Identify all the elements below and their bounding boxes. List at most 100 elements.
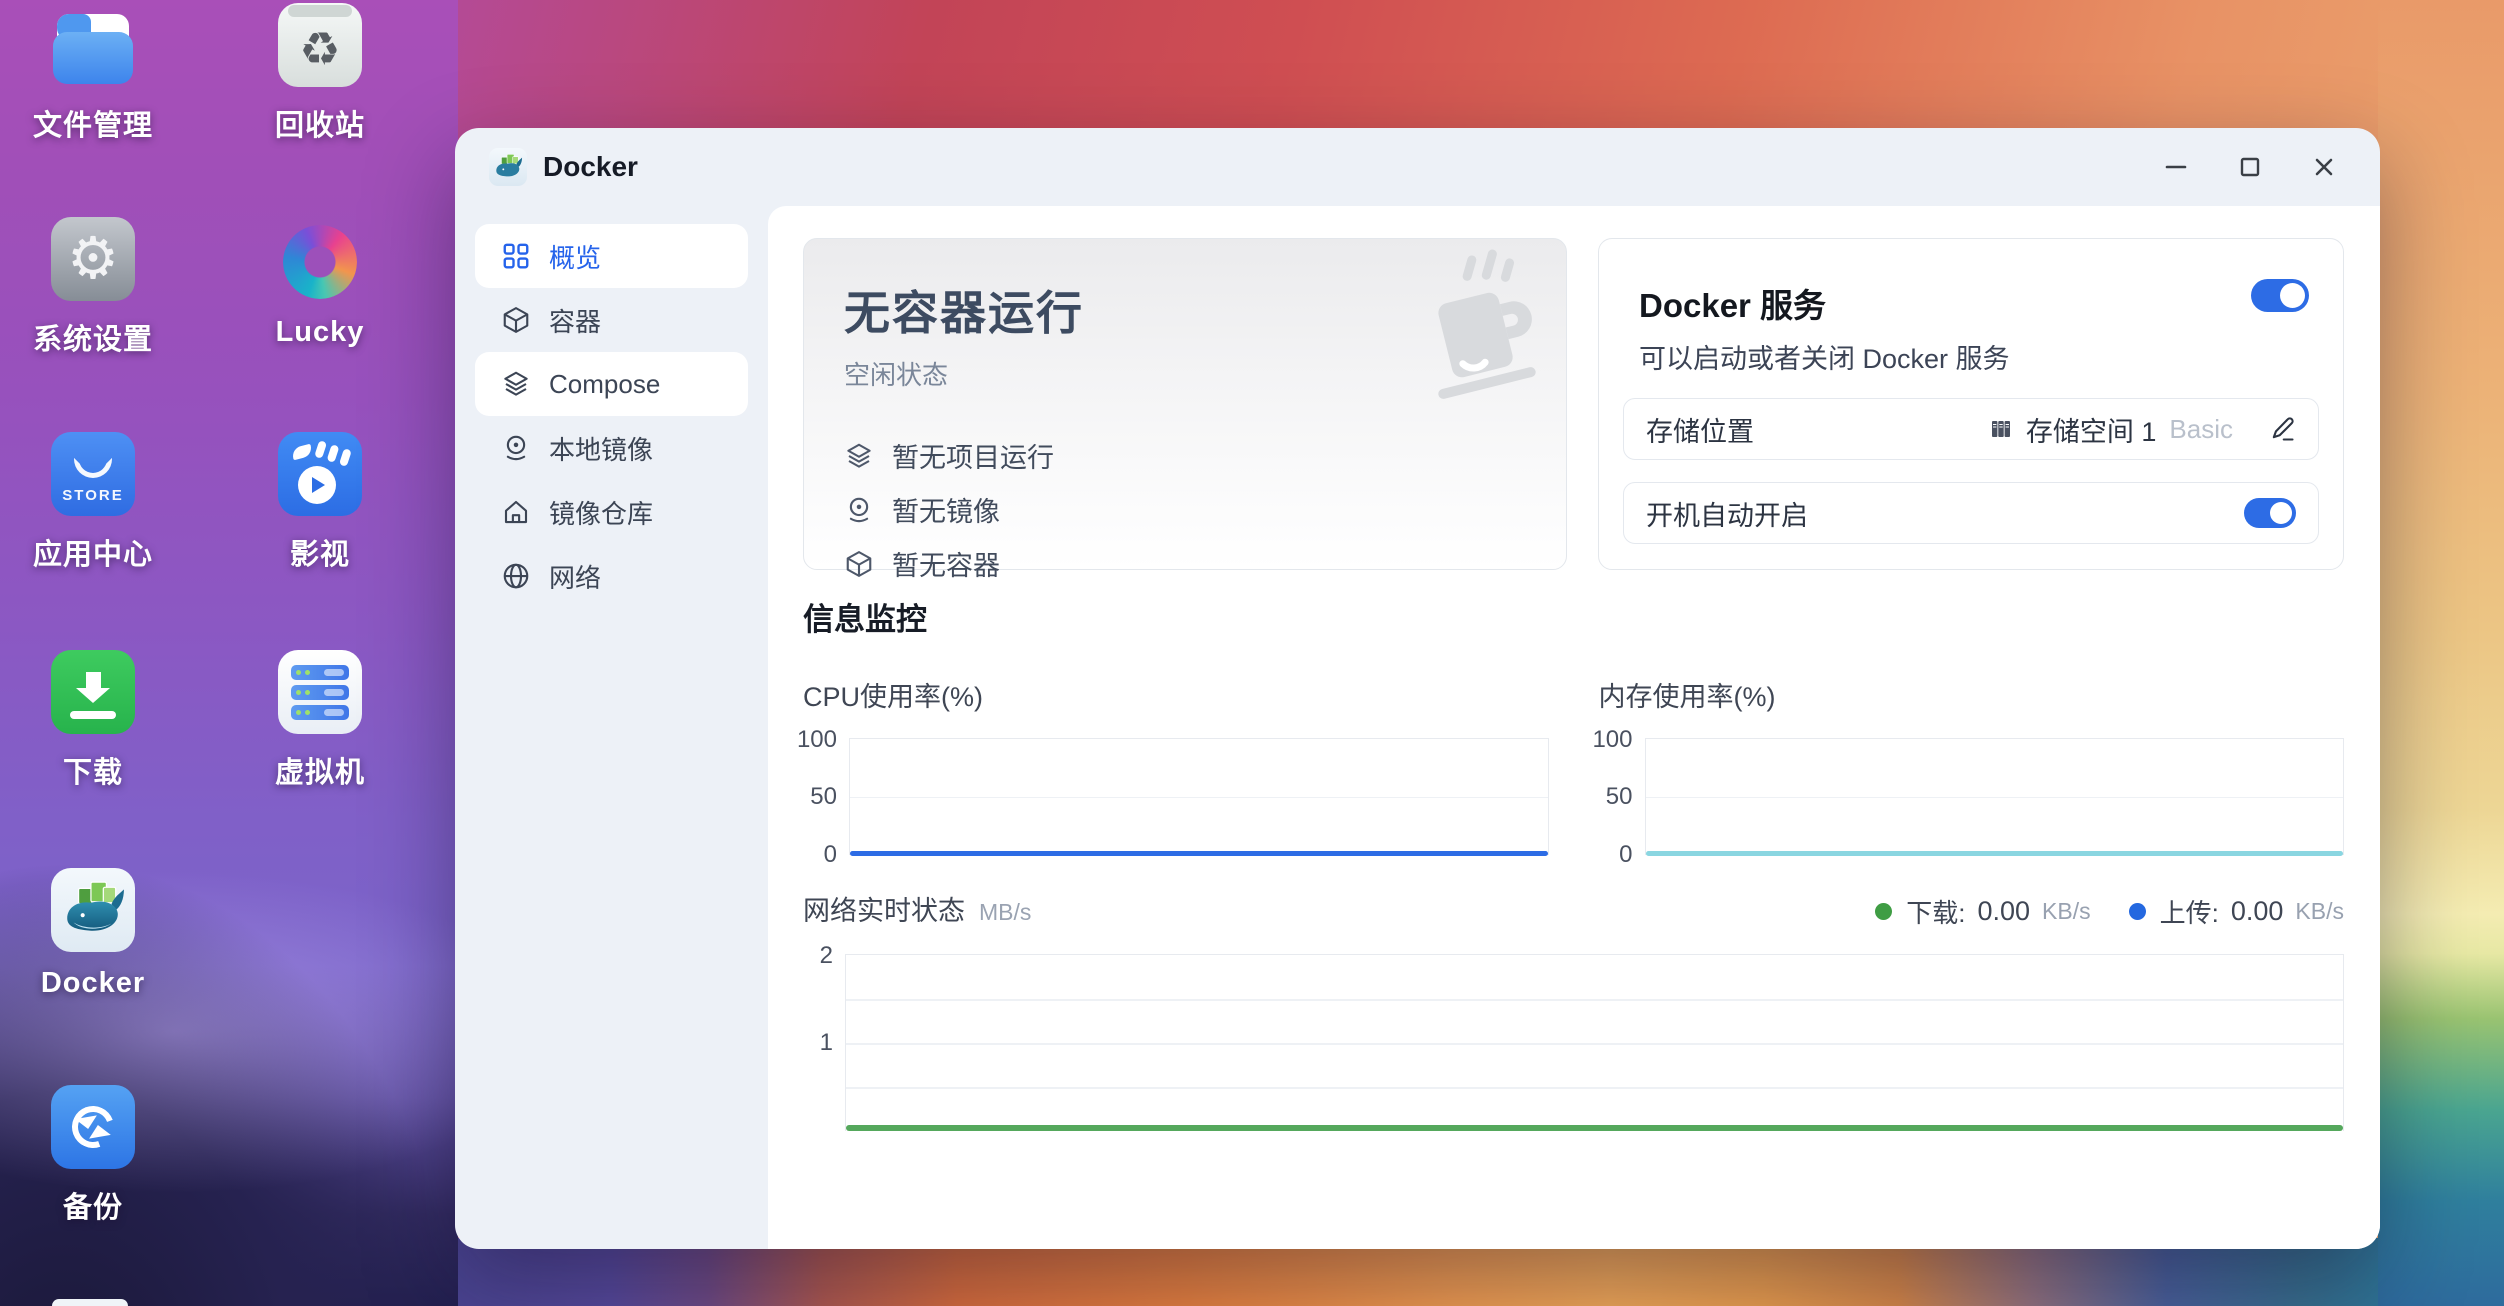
network-y-axis: 21: [803, 954, 845, 1131]
gear-icon: ⚙: [51, 217, 135, 301]
memory-chart-title: 内存使用率(%): [1599, 675, 2345, 714]
wallpaper-right-band: [2378, 0, 2504, 1306]
titlebar: Docker: [455, 128, 2380, 206]
overview-item-images: 暂无镜像: [844, 490, 1526, 529]
edit-storage-button[interactable]: [2268, 415, 2296, 443]
overview-card: 无容器运行 空闲状态 暂无项目运行: [803, 238, 1567, 570]
network-chart-title: 网络实时状态: [803, 889, 965, 928]
sidebar-item-containers[interactable]: 容器: [475, 288, 748, 352]
desktop-shortcut-label: Lucky: [240, 316, 400, 349]
storage-type-badge: Basic: [2169, 414, 2233, 445]
storage-volume-icon: [1989, 417, 2013, 441]
cpu-usage-line: [850, 851, 1548, 856]
service-subtitle: 可以启动或者关闭 Docker 服务: [1639, 337, 2010, 376]
desktop-shortcut-label: 应用中心: [13, 531, 173, 573]
sidebar-item-label: 网络: [549, 558, 601, 595]
store-badge-text: STORE: [62, 487, 123, 504]
home-icon: [501, 497, 531, 527]
server-stack-icon: [278, 650, 362, 734]
close-button[interactable]: [2302, 145, 2346, 189]
desktop-shortcut-lucky[interactable]: Lucky: [240, 217, 400, 349]
storage-location-row: 存储位置 存储空间 1 Basic: [1623, 398, 2319, 460]
recycle-bin-icon: ♻: [278, 3, 362, 87]
memory-plot-area: [1645, 738, 2345, 855]
globe-icon: [501, 561, 531, 591]
overview-item-projects: 暂无项目运行: [844, 436, 1526, 475]
docker-service-card: Docker 服务 可以启动或者关闭 Docker 服务 存储位置: [1598, 238, 2344, 570]
sidebar-item-registry[interactable]: 镜像仓库: [475, 480, 748, 544]
layers-icon: [844, 441, 874, 471]
download-legend-dot: [1875, 903, 1892, 920]
maximize-button[interactable]: [2228, 145, 2272, 189]
desktop-shortcut-label: 系统设置: [13, 316, 173, 358]
cpu-chart-title: CPU使用率(%): [803, 675, 1549, 714]
memory-y-axis: 100500: [1599, 738, 1645, 855]
desktop-shortcut-backup[interactable]: 备份: [13, 1085, 173, 1226]
lucky-swirl-icon: [278, 217, 362, 301]
autostart-label: 开机自动开启: [1646, 494, 1808, 533]
desktop-shortcut-label: 备份: [13, 1184, 173, 1226]
sidebar-item-label: Compose: [549, 369, 660, 400]
docker-window: Docker 概览: [455, 128, 2380, 1249]
desktop-shortcut-docker[interactable]: Docker: [13, 868, 173, 1000]
autostart-row: 开机自动开启: [1623, 482, 2319, 544]
desktop-shortcut-label: 下载: [13, 749, 173, 791]
minimize-button[interactable]: [2154, 145, 2198, 189]
main-content: 无容器运行 空闲状态 暂无项目运行: [768, 206, 2380, 1249]
video-player-icon: [278, 432, 362, 516]
layers-icon: [501, 369, 531, 399]
sidebar-item-compose[interactable]: Compose: [475, 352, 748, 416]
cube-icon: [501, 305, 531, 335]
desktop-shortcut-file-manager[interactable]: 文件管理: [13, 3, 173, 144]
sidebar-item-label: 容器: [549, 302, 601, 339]
monitor-heading: 信息监控: [803, 594, 2344, 639]
network-plot-area: [845, 954, 2344, 1131]
desktop-shortcut-partial[interactable]: [52, 1299, 128, 1306]
desktop-shortcut-recycle-bin[interactable]: ♻ 回收站: [240, 3, 400, 144]
sidebar-item-network[interactable]: 网络: [475, 544, 748, 608]
desktop-shortcut-label: 虚拟机: [240, 749, 400, 791]
pencil-icon: [2268, 415, 2296, 443]
cpu-plot-area: [849, 738, 1549, 855]
upload-legend-dot: [2129, 903, 2146, 920]
overview-item-containers: 暂无容器: [844, 544, 1526, 583]
sidebar-item-overview[interactable]: 概览: [475, 224, 748, 288]
desktop-shortcut-download[interactable]: 下载: [13, 650, 173, 791]
desktop-shortcut-app-center[interactable]: STORE 应用中心: [13, 432, 173, 573]
download-rate-line: [846, 1125, 2343, 1131]
docker-app-icon: [489, 148, 527, 186]
cube-icon: [844, 549, 874, 579]
download-arrow-icon: [51, 650, 135, 734]
network-chart: 21: [803, 954, 2344, 1131]
network-legend: 下载: 0.00 KB/s 上传: 0.00 KB/s: [1875, 893, 2344, 930]
grid-icon: [501, 241, 531, 271]
desktop-shortcut-vm[interactable]: 虚拟机: [240, 650, 400, 791]
store-bag-icon: STORE: [51, 432, 135, 516]
disc-icon: [844, 495, 874, 525]
desktop-shortcut-label: 文件管理: [13, 102, 173, 144]
autostart-toggle[interactable]: [2244, 498, 2296, 528]
memory-chart: 内存使用率(%) 100500: [1599, 675, 2345, 855]
storage-location-value: 存储空间 1: [2026, 410, 2157, 449]
sync-arrows-icon: [51, 1085, 135, 1169]
docker-service-toggle[interactable]: [2251, 279, 2309, 312]
coffee-cup-illustration: [1375, 249, 1550, 409]
desktop-shortcut-system-settings[interactable]: ⚙ 系统设置: [13, 217, 173, 358]
sidebar-item-label: 概览: [549, 238, 601, 275]
sidebar-item-label: 镜像仓库: [549, 494, 653, 531]
desktop-shortcut-label: Docker: [13, 967, 173, 1000]
service-title: Docker 服务: [1639, 279, 2010, 327]
sidebar: 概览 容器 Compose 本地镜像: [455, 206, 768, 1249]
sidebar-item-local-images[interactable]: 本地镜像: [475, 416, 748, 480]
cpu-chart: CPU使用率(%) 100500: [803, 675, 1549, 855]
memory-usage-line: [1646, 851, 2344, 856]
cpu-y-axis: 100500: [803, 738, 849, 855]
desktop-shortcut-label: 回收站: [240, 102, 400, 144]
desktop-shortcut-label: 影视: [240, 531, 400, 573]
desktop-shortcut-video[interactable]: 影视: [240, 432, 400, 573]
sidebar-item-label: 本地镜像: [549, 430, 653, 467]
disc-icon: [501, 433, 531, 463]
network-chart-unit: MB/s: [979, 899, 1031, 926]
docker-whale-icon: [51, 868, 135, 952]
window-title: Docker: [543, 151, 638, 183]
